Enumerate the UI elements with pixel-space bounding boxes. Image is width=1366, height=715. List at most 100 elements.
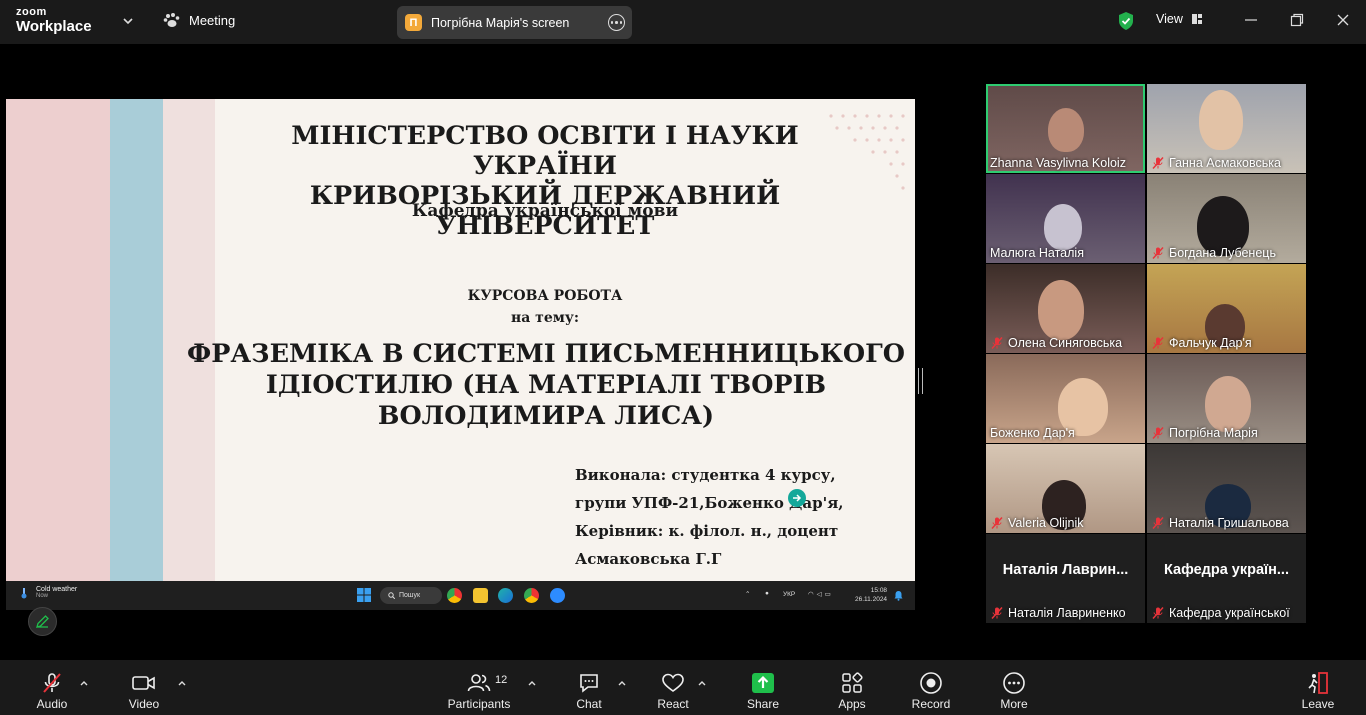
record-label: Record bbox=[911, 697, 951, 711]
paw-icon bbox=[163, 13, 180, 27]
participant-tile[interactable]: Фальчук Дар'я bbox=[1147, 264, 1306, 353]
view-button[interactable]: View bbox=[1156, 12, 1203, 26]
logo-workplace-text: Workplace bbox=[16, 18, 92, 35]
meeting-menu[interactable]: Meeting bbox=[163, 12, 235, 28]
participant-name: Кафедра української bbox=[1169, 606, 1290, 620]
participant-name-tag: Наталія Гришальова bbox=[1151, 516, 1289, 530]
chat-bubble-icon bbox=[580, 674, 598, 693]
participant-name-tag: Погрібна Марія bbox=[1151, 426, 1258, 440]
participant-tile[interactable]: Valeria Olijnik bbox=[986, 444, 1145, 533]
audio-options-chevron-icon[interactable] bbox=[79, 678, 89, 688]
slide-work-type: КУРСОВА РОБОТА на тему: bbox=[215, 285, 875, 329]
participant-name: Фальчук Дар'я bbox=[1169, 336, 1252, 350]
slide-author-line4: Асмаковська Г.Г bbox=[575, 550, 722, 568]
participant-tile[interactable]: Zhanna Vasylivna Koloiz bbox=[986, 84, 1145, 173]
participant-tile[interactable]: Олена Синяговська bbox=[986, 264, 1145, 353]
react-options-chevron-icon[interactable] bbox=[697, 678, 707, 688]
slide-topic: ФРАЗЕМІКА В СИСТЕМІ ПИСЬМЕННИЦЬКОГО ІДІО… bbox=[156, 339, 915, 432]
more-button[interactable]: More bbox=[994, 660, 1034, 715]
more-label: More bbox=[1000, 697, 1028, 711]
slide-author-line1: Виконала: студентка 4 курсу, bbox=[575, 466, 836, 484]
muted-mic-icon bbox=[1152, 606, 1164, 620]
participant-name: Олена Синяговська bbox=[1008, 336, 1123, 350]
taskbar-date: 26.11.2024 bbox=[855, 596, 888, 603]
close-icon[interactable] bbox=[1335, 12, 1351, 28]
title-bar: zoom Workplace Meeting П Погрібна Марія'… bbox=[0, 0, 1366, 44]
participant-video bbox=[1205, 376, 1251, 432]
participant-name: Ганна Асмаковська bbox=[1169, 156, 1281, 170]
leave-label: Leave bbox=[1301, 697, 1335, 711]
participant-tile[interactable]: Ганна Асмаковська bbox=[1147, 84, 1306, 173]
participant-tile[interactable]: Кафедра україн... Кафедра української bbox=[1147, 534, 1306, 623]
participant-name: Наталія Лавриненко bbox=[1008, 606, 1126, 620]
chevron-down-icon[interactable] bbox=[121, 14, 135, 28]
annotate-pencil-button[interactable] bbox=[28, 607, 57, 636]
participant-name-tag: Наталія Лавриненко bbox=[990, 606, 1126, 620]
taskbar-search: Пошук bbox=[380, 587, 442, 604]
muted-mic-icon bbox=[1152, 156, 1164, 170]
minimize-icon[interactable] bbox=[1243, 12, 1259, 28]
participant-name-tag: Богдана Лубенець bbox=[1151, 246, 1276, 260]
participant-tile[interactable]: Боженко Дар'я bbox=[986, 354, 1145, 443]
shared-screen: МІНІСТЕРСТВО ОСВІТИ І НАУКИ УКРАЇНИ КРИВ… bbox=[6, 99, 915, 610]
muted-mic-icon bbox=[1152, 516, 1164, 530]
apps-button[interactable]: Apps bbox=[832, 660, 872, 715]
participant-name-tag: Zhanna Vasylivna Koloiz bbox=[990, 156, 1126, 170]
participants-options-chevron-icon[interactable] bbox=[527, 678, 537, 688]
chat-options-chevron-icon[interactable] bbox=[617, 678, 627, 688]
more-dots-icon bbox=[1003, 672, 1025, 694]
participant-name-tag: Олена Синяговська bbox=[990, 336, 1122, 350]
more-options-icon[interactable] bbox=[608, 14, 625, 31]
chat-button[interactable]: Chat bbox=[569, 660, 609, 715]
microphone-icon: ● bbox=[765, 590, 769, 597]
slide-author-line2: групи УПФ-21,Боженко Дар'я, bbox=[575, 494, 844, 512]
screen-share-indicator[interactable]: П Погрібна Марія's screen bbox=[397, 6, 632, 39]
participant-tile[interactable]: Погрібна Марія bbox=[1147, 354, 1306, 443]
encryption-shield-icon[interactable] bbox=[1117, 11, 1135, 31]
participant-name-tag: Боженко Дар'я bbox=[990, 426, 1075, 440]
panel-resize-handle[interactable] bbox=[918, 368, 923, 394]
logo-zoom-text: zoom bbox=[16, 6, 47, 18]
muted-mic-icon bbox=[1152, 246, 1164, 260]
participants-icon bbox=[467, 674, 491, 692]
thermometer-icon bbox=[21, 587, 27, 598]
participant-name-tag: Фальчук Дар'я bbox=[1151, 336, 1252, 350]
participants-button[interactable]: Participants bbox=[444, 660, 514, 715]
participant-video bbox=[1199, 90, 1243, 150]
record-icon bbox=[920, 672, 942, 694]
participant-tile[interactable]: Богдана Лубенець bbox=[1147, 174, 1306, 263]
participant-name: Погрібна Марія bbox=[1169, 426, 1258, 440]
participant-tile[interactable]: Малюга Наталія bbox=[986, 174, 1145, 263]
audio-button[interactable]: Audio bbox=[32, 660, 72, 715]
participants-count: 12 bbox=[495, 674, 508, 686]
participant-big-name: Кафедра україн... bbox=[1164, 562, 1289, 578]
chrome-profile-icon bbox=[524, 588, 539, 603]
zoom-logo: zoom Workplace bbox=[16, 6, 92, 35]
slide-author-block: Виконала: студентка 4 курсу, групи УПФ-2… bbox=[575, 461, 875, 573]
microphone-muted-icon bbox=[43, 673, 61, 693]
muted-mic-icon bbox=[991, 606, 1003, 620]
zoom-app-icon bbox=[550, 588, 565, 603]
record-button[interactable]: Record bbox=[909, 660, 953, 715]
search-icon bbox=[388, 592, 395, 599]
participant-name: Богдана Лубенець bbox=[1169, 246, 1276, 260]
leave-button[interactable]: Leave bbox=[1298, 660, 1338, 715]
share-button[interactable]: Share bbox=[743, 660, 783, 715]
notification-bell-icon bbox=[894, 591, 903, 601]
slide-on-topic: на тему: bbox=[510, 310, 580, 326]
slide-topic-line3: ВОЛОДИМИРА ЛИСА) bbox=[377, 401, 715, 431]
windows-start-icon bbox=[357, 588, 371, 602]
participant-tile[interactable]: Наталія Гришальова bbox=[1147, 444, 1306, 533]
slide-band-pink bbox=[6, 99, 110, 581]
react-button[interactable]: React bbox=[653, 660, 693, 715]
participant-name: Наталія Гришальова bbox=[1169, 516, 1289, 530]
taskbar-clock: 15:08 26.11.2024 bbox=[855, 586, 887, 604]
slide-department: Кафедра української мови bbox=[411, 201, 679, 221]
restore-icon[interactable] bbox=[1289, 12, 1305, 28]
participant-name: Малюга Наталія bbox=[990, 246, 1084, 260]
video-button[interactable]: Video bbox=[124, 660, 164, 715]
react-label: React bbox=[657, 697, 689, 711]
video-options-chevron-icon[interactable] bbox=[177, 678, 187, 688]
slide-topic-line1: ФРАЗЕМІКА В СИСТЕМІ ПИСЬМЕННИЦЬКОГО bbox=[187, 339, 905, 369]
participant-tile[interactable]: Наталія Лаврин... Наталія Лавриненко bbox=[986, 534, 1145, 623]
